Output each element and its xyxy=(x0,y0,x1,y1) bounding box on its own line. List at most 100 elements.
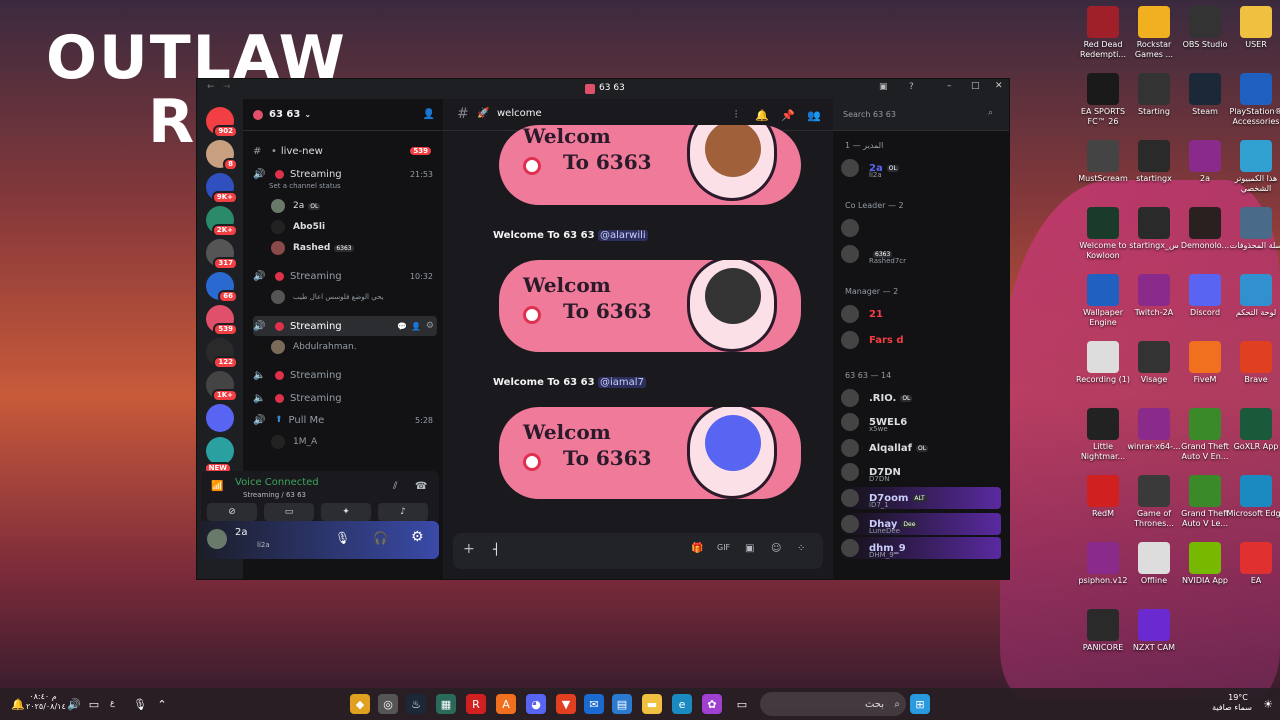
search-input[interactable]: Search 63 63 ⌕ xyxy=(837,105,999,125)
avatar[interactable] xyxy=(207,529,227,549)
server-icon[interactable]: 66 xyxy=(206,272,238,303)
desktop-icon[interactable]: هذا الكمبيوتر الشخصي xyxy=(1226,140,1280,194)
member-item[interactable]: Alqallaf OL xyxy=(841,437,1001,459)
sticker-icon[interactable]: ▣ xyxy=(745,543,754,554)
threads-icon[interactable]: ⫶ xyxy=(729,108,743,122)
member-item[interactable]: Dhay Dee LuneDee xyxy=(841,513,1001,535)
voice-user-arabic[interactable]: يحي الوضع فلوسس اعال طيب xyxy=(271,288,384,306)
server-icon[interactable]: 1K+ xyxy=(206,371,238,402)
member-item[interactable]: D7oom ALT iD7_1 xyxy=(841,487,1001,509)
task-view-icon[interactable]: ▭ xyxy=(732,694,752,714)
screen-share-button[interactable]: ▭ xyxy=(264,503,314,521)
language-indicator[interactable]: ع xyxy=(110,698,115,708)
microphone-icon[interactable]: 🎙 xyxy=(335,531,350,545)
chat-icon[interactable]: 💬 xyxy=(397,322,407,331)
member-item[interactable]: D7DN D7DN xyxy=(841,461,1001,483)
voice-status[interactable]: Voice Connected xyxy=(235,477,319,488)
member-item[interactable]: 21 xyxy=(841,303,1001,325)
taskbar-app-2[interactable]: ◎ xyxy=(378,694,398,714)
voice-user-1m-a[interactable]: 1M_A xyxy=(271,433,317,451)
weather-icon[interactable]: ☀ xyxy=(1258,694,1278,714)
voice-channel-streaming-4[interactable]: 🔈 Streaming xyxy=(253,365,437,385)
user-mention[interactable]: @alarwili xyxy=(598,230,648,241)
back-icon[interactable]: ← xyxy=(207,82,215,92)
voice-channel-streaming-1[interactable]: 🔊 Streaming 21:53 xyxy=(253,164,437,184)
outlook-icon[interactable]: ✉ xyxy=(584,694,604,714)
steam-icon[interactable]: ♨ xyxy=(406,694,426,714)
chevron-up-icon[interactable]: ⌃ xyxy=(152,694,172,714)
weather-text[interactable]: سماء صافية xyxy=(1204,703,1260,713)
invite-icon[interactable]: 👤 xyxy=(411,322,421,331)
apps-icon[interactable]: ⁘ xyxy=(797,543,805,554)
voice-user-abo5li[interactable]: Abo5li xyxy=(271,218,325,236)
minimize-icon[interactable]: – xyxy=(947,81,952,91)
channel-live-new[interactable]: # • live-new 539 xyxy=(253,141,437,161)
server-header[interactable]: 63 63 ⌄ 👤 xyxy=(243,99,443,131)
member-item[interactable]: 6363 Rashed7cr xyxy=(841,243,1001,265)
channel-status[interactable]: Set a channel status xyxy=(269,182,341,190)
taskbar-app-1[interactable]: ◆ xyxy=(350,694,370,714)
server-icon[interactable]: 8 xyxy=(206,140,238,171)
clock-date[interactable]: ٢٠٢٥/٠٨/١٤ xyxy=(26,702,66,712)
member-item[interactable]: Fars d xyxy=(841,329,1001,351)
mic-icon[interactable]: 🎙 xyxy=(130,694,150,714)
voice-sub[interactable]: Streaming / 63 63 xyxy=(243,491,306,499)
taskbar-search[interactable]: بحث ⌕ xyxy=(760,692,906,716)
help-icon[interactable]: ? xyxy=(909,82,914,92)
brave-icon[interactable]: ▼ xyxy=(556,694,576,714)
server-icon[interactable] xyxy=(206,404,234,432)
server-icon[interactable]: 122 xyxy=(206,338,238,369)
activities-button[interactable]: ✦ xyxy=(321,503,371,521)
close-icon[interactable]: ✕ xyxy=(995,81,1003,91)
add-attachment-icon[interactable]: + xyxy=(463,541,475,557)
camera-button[interactable]: ⊘ xyxy=(207,503,257,521)
desktop-icon[interactable]: لوحة التحكم xyxy=(1226,274,1280,318)
message-composer[interactable]: + ┤ 🎁 GIF ▣ ☺ ⁘ xyxy=(453,533,823,569)
redm-icon[interactable]: R xyxy=(466,694,486,714)
bell-icon[interactable]: 🔔 xyxy=(755,108,769,122)
server-icon[interactable]: 902 xyxy=(206,107,238,138)
desktop-icon[interactable]: Brave xyxy=(1226,341,1280,385)
weather-temp[interactable]: 19°C xyxy=(1218,693,1258,703)
voice-user-rashed[interactable]: Rashed 6363 xyxy=(271,239,354,257)
members-icon[interactable]: 👥 xyxy=(807,108,821,122)
taskbar-app-3[interactable]: ▦ xyxy=(436,694,456,714)
notification-icon[interactable]: 🔔 xyxy=(8,694,28,714)
member-item[interactable] xyxy=(841,217,1001,239)
server-icon[interactable]: 317 xyxy=(206,239,238,270)
desktop-icon[interactable]: GoXLR App xyxy=(1226,408,1280,452)
voice-user-abdulrahman[interactable]: Abdulrahman. xyxy=(271,338,357,356)
desktop-icon[interactable]: PlayStation® Accessories xyxy=(1226,73,1280,127)
gear-icon[interactable]: ⚙ xyxy=(426,321,434,331)
voice-user-2a[interactable]: 2a OL xyxy=(271,197,321,215)
add-member-icon[interactable]: 👤 xyxy=(423,109,435,120)
server-icon[interactable]: 539 xyxy=(206,305,238,336)
desktop-icon[interactable]: EA xyxy=(1226,542,1280,586)
pin-icon[interactable]: 📌 xyxy=(781,108,795,122)
clock-time[interactable]: م ٠٨:٤٠ xyxy=(26,692,60,702)
emoji-icon[interactable]: ☺ xyxy=(771,543,781,554)
member-item[interactable]: dhm_9 DHM_9 xyxy=(841,537,1001,559)
fivem-icon[interactable]: A xyxy=(496,694,516,714)
explorer-icon[interactable]: ▬ xyxy=(642,694,662,714)
settings-icon[interactable]: ⚙ xyxy=(411,529,424,545)
inbox-icon[interactable]: ▣ xyxy=(879,82,888,92)
voice-channel-streaming-5[interactable]: 🔈 Streaming xyxy=(253,388,437,408)
forward-icon[interactable]: → xyxy=(223,82,231,92)
disconnect-icon[interactable]: ☎ xyxy=(415,481,427,492)
desktop-icon[interactable]: NZXT CAM xyxy=(1124,609,1184,653)
windows-start-icon[interactable]: ⊞ xyxy=(910,694,930,714)
server-icon[interactable]: 2K+ xyxy=(206,206,238,237)
user-mention[interactable]: @iamal7 xyxy=(598,377,646,388)
copilot-icon[interactable]: ✿ xyxy=(702,694,722,714)
member-item[interactable]: 5WEL6 x5we xyxy=(841,411,1001,433)
maximize-icon[interactable]: □ xyxy=(971,81,980,91)
desktop-icon[interactable]: USER xyxy=(1226,6,1280,50)
soundboard-button[interactable]: ♪ xyxy=(378,503,428,521)
desktop-icon[interactable]: سلة المحذوفات xyxy=(1226,207,1280,251)
server-icon[interactable]: 9K+ xyxy=(206,173,238,204)
member-item[interactable]: 2a OL li2a xyxy=(841,157,1001,179)
volume-icon[interactable]: 🔊 xyxy=(64,694,84,714)
noise-suppression-icon[interactable]: ⫽ xyxy=(393,481,397,492)
discord-icon[interactable]: ◕ xyxy=(526,694,546,714)
